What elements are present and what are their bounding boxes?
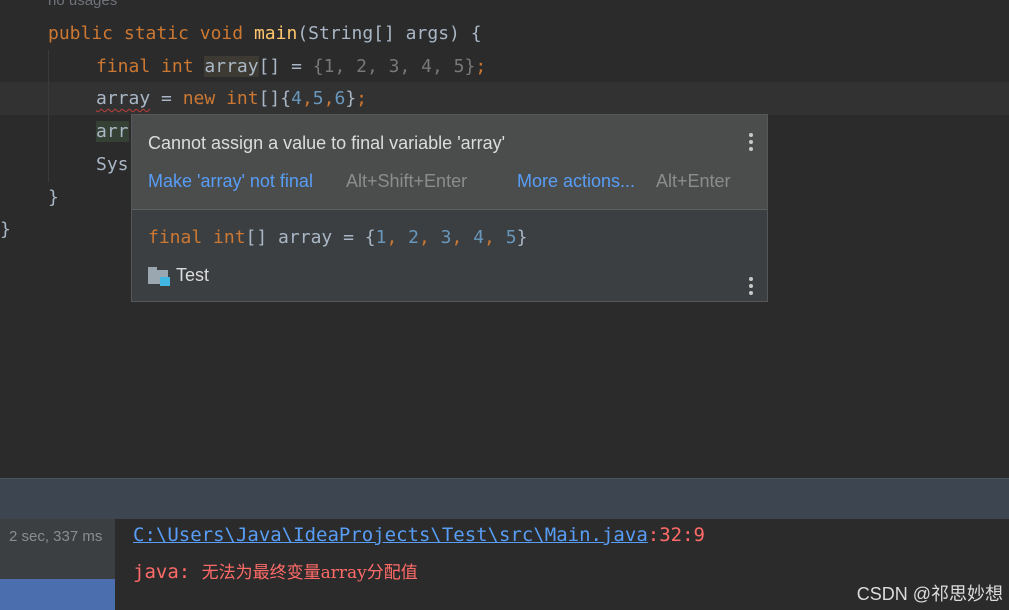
- popup-error-section: Cannot assign a value to final variable …: [132, 115, 767, 210]
- closing-brace: }: [48, 187, 59, 208]
- number-literal: 3: [440, 227, 452, 248]
- more-vertical-icon[interactable]: [748, 277, 754, 295]
- closing-brace: }: [0, 219, 11, 240]
- number-literal: 5: [505, 227, 517, 248]
- separator: ,: [451, 227, 474, 248]
- error-variable[interactable]: array: [96, 88, 150, 109]
- keyword: public: [48, 23, 114, 44]
- semicolon: ;: [356, 88, 367, 109]
- keyword: int: [161, 56, 194, 77]
- watermark: CSDN @祁思妙想: [856, 584, 1003, 604]
- line-column: :32:9: [647, 524, 705, 546]
- fix-shortcut: Alt+Shift+Enter: [346, 171, 468, 191]
- folder-icon: [148, 266, 170, 286]
- code-text: [] array = {: [245, 227, 376, 248]
- code-line-class-close[interactable]: }: [0, 213, 11, 246]
- build-tree-selected-row[interactable]: [0, 579, 115, 610]
- file-path-link[interactable]: C:\Users\Java\IdeaProjects\Test\src\Main…: [133, 524, 648, 546]
- number-literal: 6: [334, 88, 346, 109]
- make-not-final-action[interactable]: Make 'array' not final: [148, 171, 313, 192]
- keyword: final: [148, 227, 203, 248]
- number-literal: 2: [408, 227, 419, 248]
- method-name: main: [253, 23, 298, 44]
- more-actions-shortcut: Alt+Enter: [656, 171, 731, 191]
- more-actions-link[interactable]: More actions...: [517, 171, 635, 192]
- comma: ,: [301, 88, 313, 109]
- separator: ,: [386, 227, 409, 248]
- class-name: Test: [176, 265, 210, 285]
- keyword: final: [96, 56, 151, 77]
- error-quickfix-popup: Cannot assign a value to final variable …: [131, 114, 768, 302]
- keyword: static: [123, 23, 189, 44]
- code-text: }: [345, 88, 357, 109]
- number-literal: 4: [291, 88, 302, 109]
- comma: ,: [323, 88, 335, 109]
- code-text: arr: [96, 121, 129, 142]
- error-message: Cannot assign a value to final variable …: [148, 133, 506, 153]
- declaration-preview: final int[] array = {1, 2, 3, 4, 5}: [148, 227, 527, 248]
- keyword: new: [182, 88, 216, 109]
- error-location-line: C:\Users\Java\IdeaProjects\Test\src\Main…: [133, 524, 705, 546]
- keyword: void: [199, 23, 244, 44]
- code-text: []{: [258, 88, 292, 109]
- code-text: =: [150, 88, 183, 109]
- number-literal: 4: [473, 227, 485, 248]
- code-text: Sys: [96, 154, 129, 175]
- build-duration: 2 sec, 337 ms: [9, 528, 103, 545]
- error-text: 无法为最终变量array分配值: [201, 563, 418, 583]
- indent-guide: [48, 50, 49, 182]
- usage-hint: no usages: [48, 0, 118, 9]
- error-message-line: java: 无法为最终变量array分配值: [133, 558, 418, 583]
- separator: ,: [484, 227, 506, 248]
- more-vertical-icon[interactable]: [748, 133, 754, 151]
- separator: ,: [418, 227, 441, 248]
- build-panel-header: [0, 478, 1009, 519]
- error-prefix: java:: [133, 561, 202, 583]
- declaring-class[interactable]: Test: [148, 265, 209, 286]
- keyword: int: [213, 227, 246, 248]
- code-text: (String[] args) {: [297, 23, 482, 44]
- array-initializer: {1, 2, 3, 4, 5}: [312, 56, 476, 77]
- variable-name: array: [204, 56, 259, 77]
- semicolon: ;: [475, 56, 487, 77]
- code-text: [] =: [258, 56, 313, 77]
- number-literal: 5: [312, 88, 324, 109]
- code-line-method-close[interactable]: }: [48, 181, 59, 214]
- code-line-partial-system[interactable]: Sys: [96, 148, 129, 181]
- code-line-assignment[interactable]: array = new int[]{4,5,6};: [96, 82, 367, 115]
- code-line-main-signature[interactable]: public static void main(String[] args) {: [48, 17, 482, 50]
- number-literal: 1: [375, 227, 387, 248]
- code-line-declaration[interactable]: final int array[] = {1, 2, 3, 4, 5};: [96, 50, 486, 83]
- code-text: }: [516, 227, 528, 248]
- code-line-partial-array[interactable]: arr: [96, 115, 129, 148]
- keyword: int: [226, 88, 259, 109]
